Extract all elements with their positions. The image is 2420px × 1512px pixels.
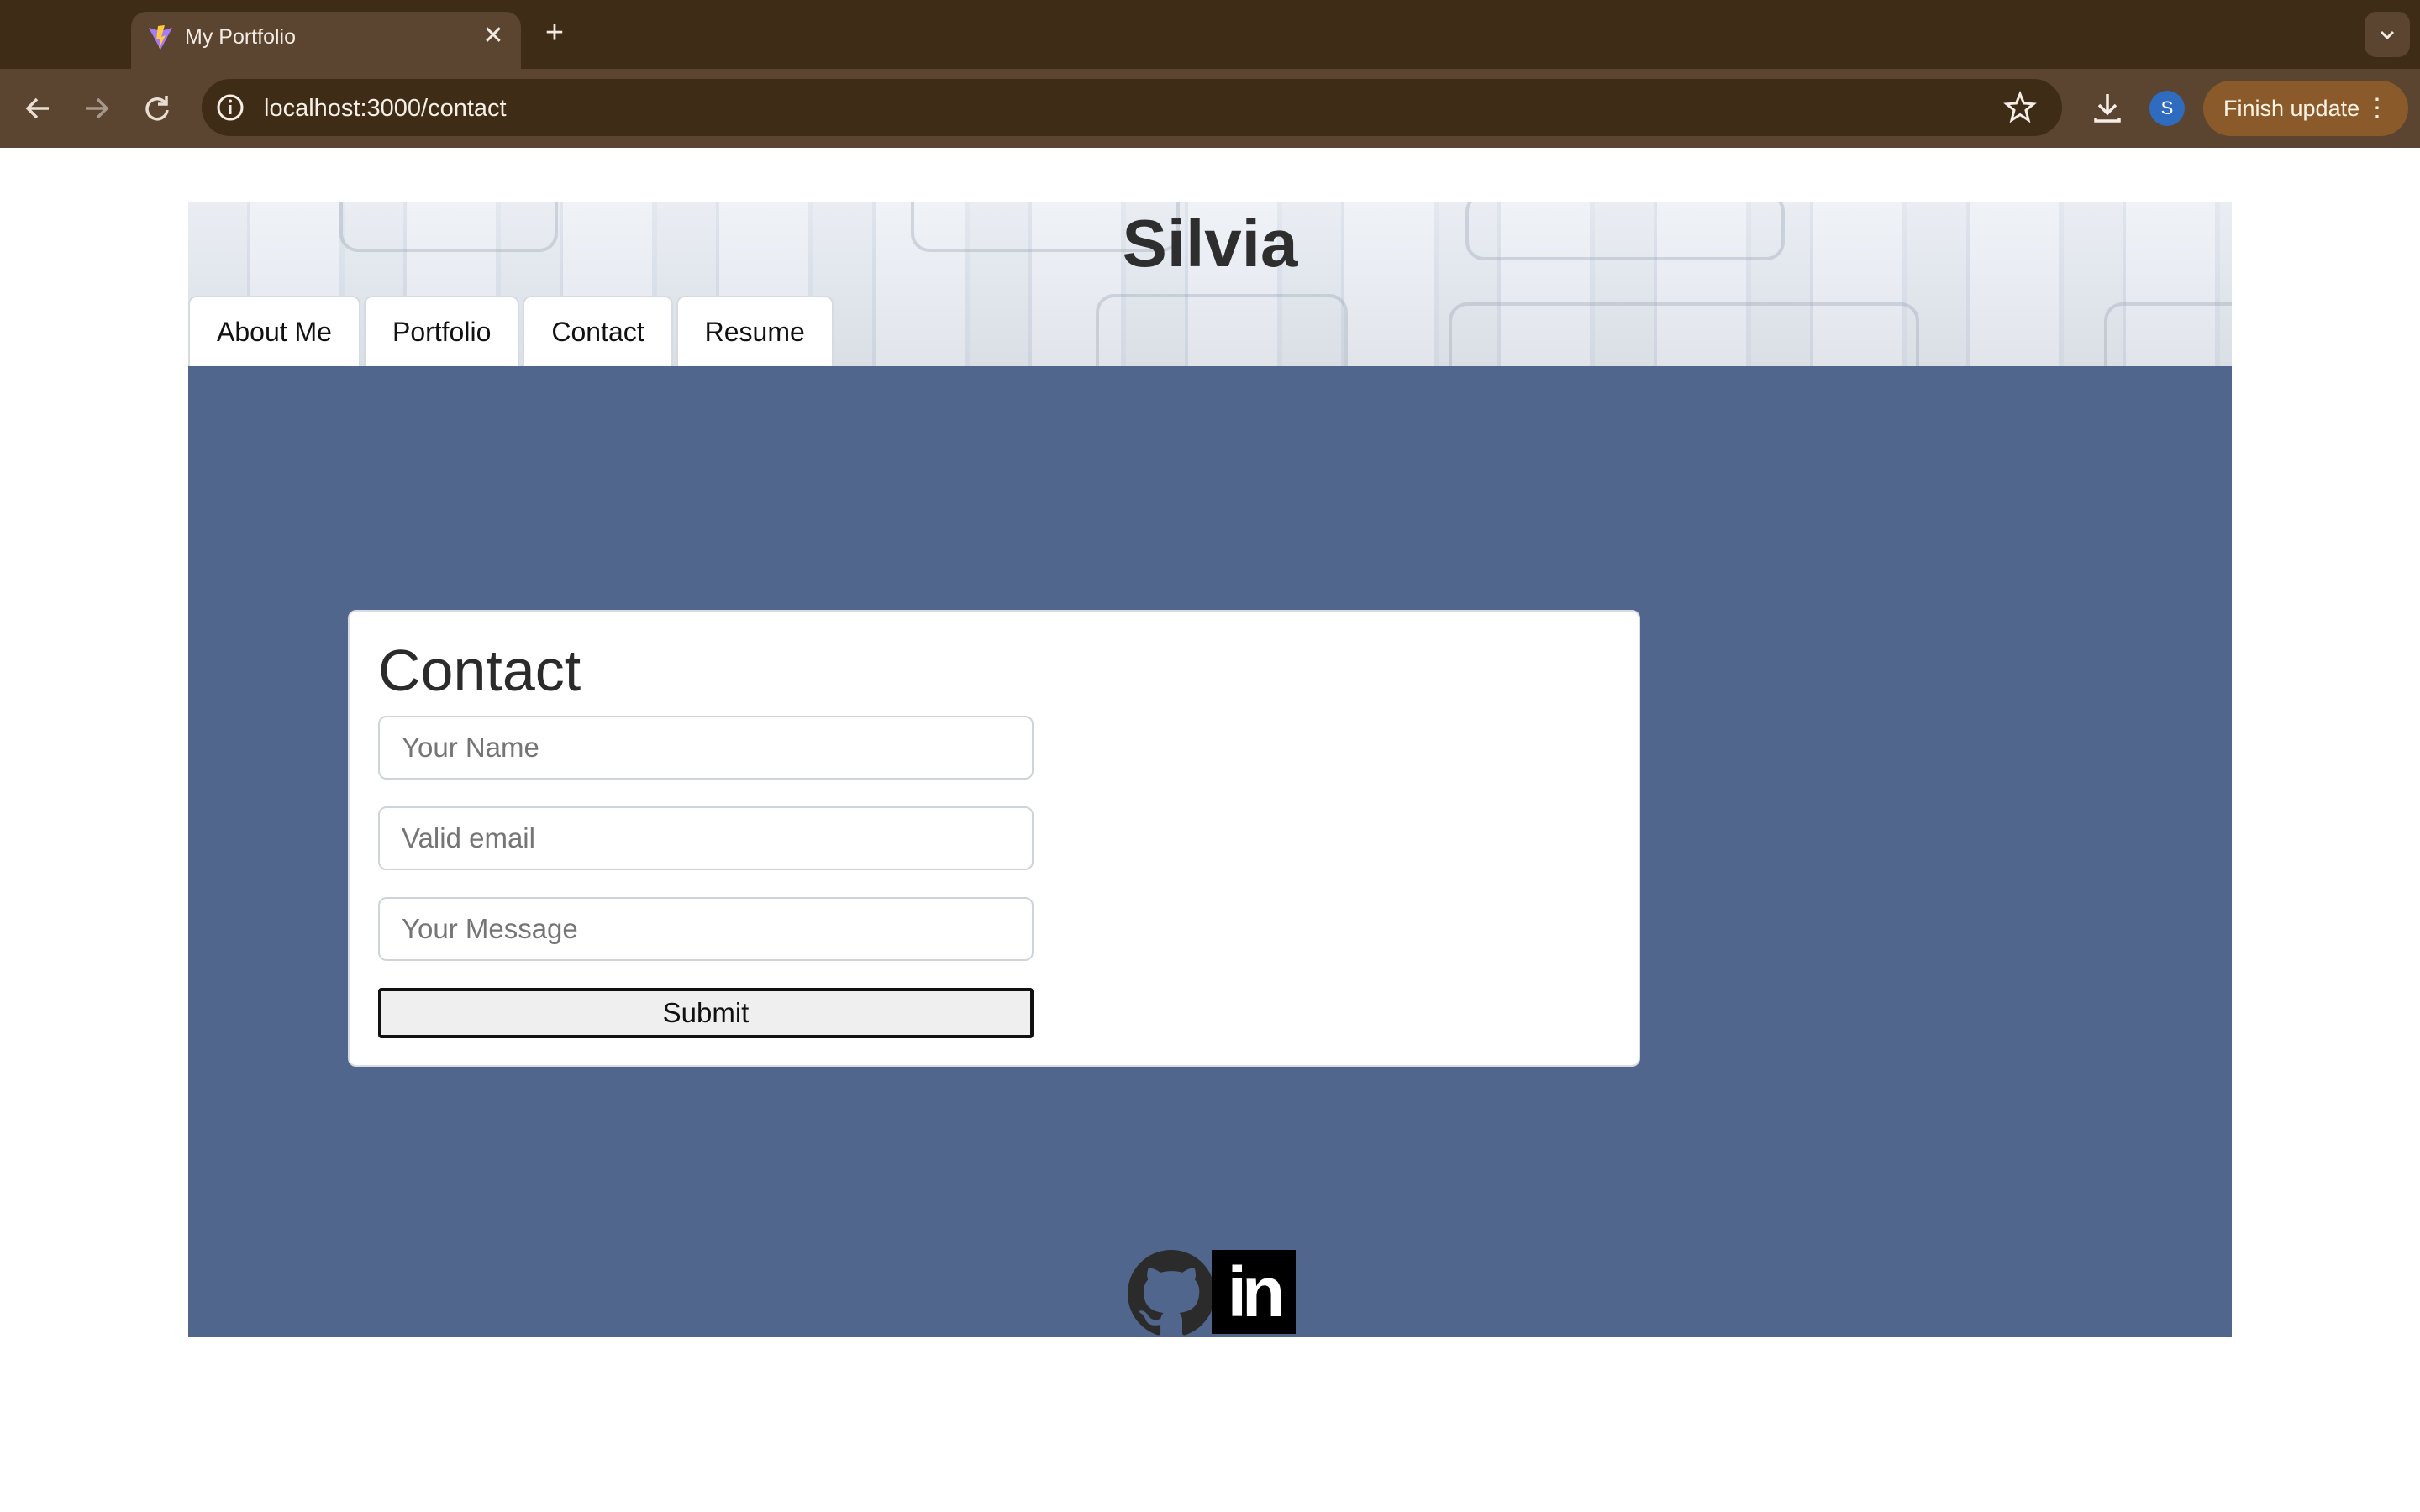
profile-avatar[interactable]: S bbox=[2149, 91, 2185, 126]
tab-title: My Portfolio bbox=[185, 25, 296, 49]
browser-toolbar: localhost:3000/contact S Finish update ⋮ bbox=[0, 69, 2420, 148]
back-icon[interactable] bbox=[17, 87, 59, 129]
name-input[interactable] bbox=[378, 716, 1034, 780]
chevron-down-icon[interactable] bbox=[2365, 12, 2410, 57]
tab-portfolio[interactable]: Portfolio bbox=[363, 296, 520, 366]
brick-texture bbox=[1449, 302, 1919, 366]
message-input[interactable] bbox=[378, 897, 1034, 961]
finish-update-button[interactable]: Finish update ⋮ bbox=[2203, 81, 2408, 136]
submit-button[interactable]: Submit bbox=[378, 988, 1034, 1038]
tab-about-me[interactable]: About Me bbox=[188, 296, 360, 366]
tab-resume[interactable]: Resume bbox=[676, 296, 834, 366]
header-banner: Silvia About Me Portfolio Contact Resume bbox=[188, 202, 2232, 366]
close-icon[interactable]: ✕ bbox=[479, 22, 508, 50]
browser-tab[interactable]: My Portfolio ✕ bbox=[131, 12, 521, 69]
vite-favicon-icon bbox=[149, 25, 172, 50]
contact-heading: Contact bbox=[378, 638, 581, 703]
nav-tabs: About Me Portfolio Contact Resume bbox=[188, 296, 834, 366]
brick-texture bbox=[1096, 294, 1348, 366]
tab-contact[interactable]: Contact bbox=[523, 296, 673, 366]
contact-card: Contact Submit bbox=[348, 610, 1640, 1067]
more-vert-icon[interactable]: ⋮ bbox=[2365, 81, 2390, 136]
page: Silvia About Me Portfolio Contact Resume… bbox=[188, 202, 2232, 1337]
brick-texture bbox=[2104, 302, 2232, 366]
address-bar[interactable]: localhost:3000/contact bbox=[202, 79, 2062, 136]
social-links: in bbox=[1128, 1250, 1296, 1337]
plus-icon[interactable]: + bbox=[538, 17, 571, 50]
github-icon[interactable] bbox=[1128, 1250, 1215, 1337]
forward-icon[interactable] bbox=[76, 87, 118, 129]
star-icon[interactable] bbox=[2003, 91, 2037, 124]
site-title: Silvia bbox=[1122, 206, 1298, 281]
finish-update-label: Finish update bbox=[2223, 96, 2360, 121]
download-icon[interactable] bbox=[2087, 87, 2128, 128]
url-text[interactable]: localhost:3000/contact bbox=[264, 95, 507, 123]
linkedin-icon[interactable]: in bbox=[1212, 1250, 1296, 1334]
reload-icon[interactable] bbox=[136, 87, 178, 129]
email-input[interactable] bbox=[378, 806, 1034, 870]
main-content: Contact Submit in bbox=[188, 366, 2232, 1337]
browser-tabstrip: My Portfolio ✕ + bbox=[0, 0, 2420, 69]
info-icon[interactable] bbox=[215, 92, 245, 123]
